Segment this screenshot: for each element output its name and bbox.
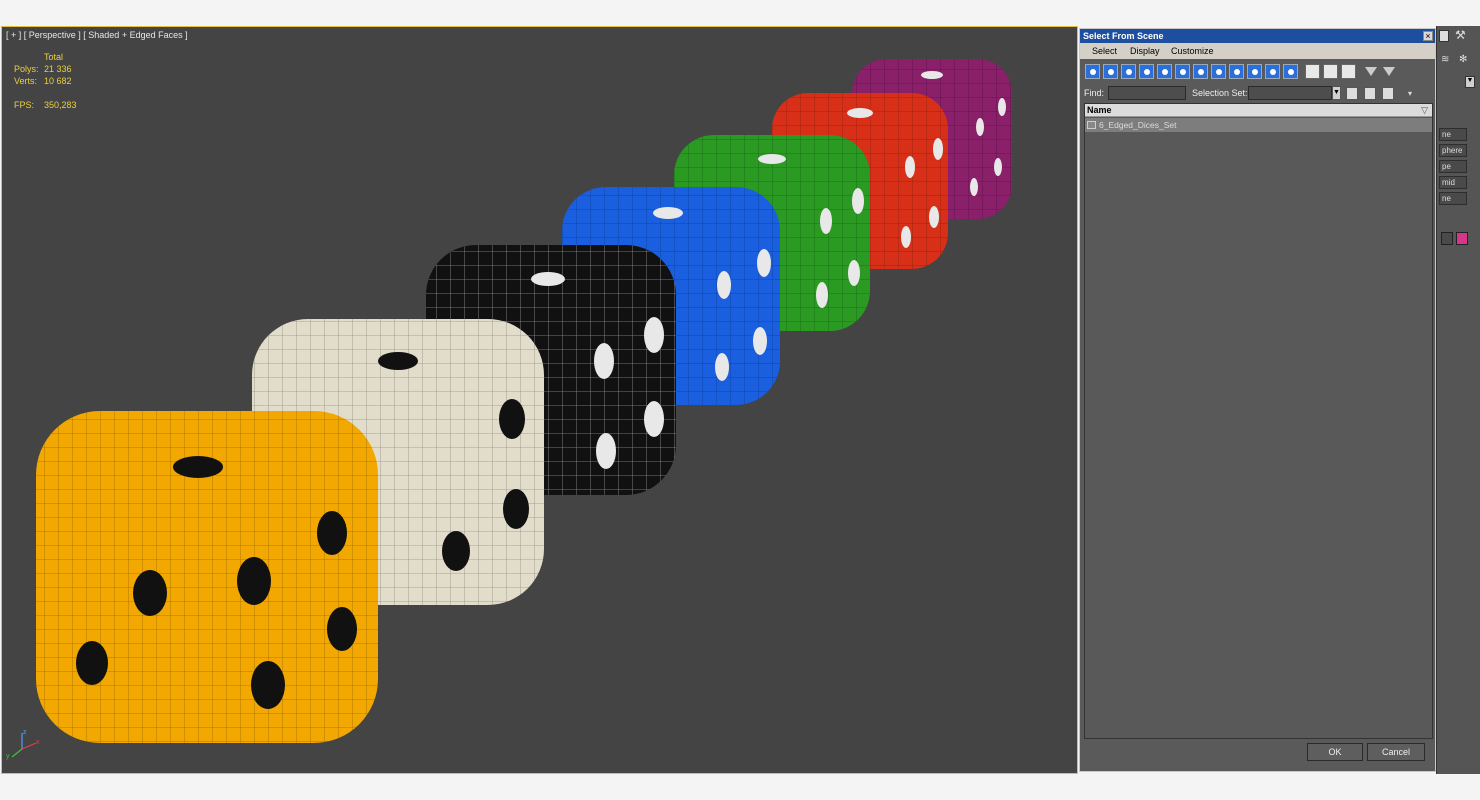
display-geometry-icon[interactable] <box>1085 64 1100 79</box>
display-helpers-icon[interactable] <box>1157 64 1172 79</box>
object-type-button-3[interactable]: pe <box>1439 160 1467 173</box>
sort-icon[interactable]: ▽ <box>1421 104 1428 117</box>
dialog-toolbar <box>1083 61 1433 83</box>
cancel-button[interactable]: Cancel <box>1367 743 1425 761</box>
ok-button[interactable]: OK <box>1307 743 1363 761</box>
command-panel: ⚒ ≋ ✻ ▼ ne phere pe mid ne <box>1436 26 1480 774</box>
select-none-icon[interactable] <box>1323 64 1338 79</box>
display-xrefs-icon[interactable] <box>1211 64 1226 79</box>
create-selection-set-icon[interactable] <box>1346 87 1358 100</box>
display-containers-icon[interactable] <box>1247 64 1262 79</box>
stats-total-label: Total <box>44 52 64 62</box>
dice-scene <box>11 59 1012 758</box>
object-type-button-4[interactable]: mid <box>1439 176 1467 189</box>
menu-display[interactable]: Display <box>1130 46 1160 56</box>
name-field-stub[interactable] <box>1441 232 1453 245</box>
display-frozen-icon[interactable] <box>1265 64 1280 79</box>
menu-select[interactable]: Select <box>1092 46 1117 56</box>
stats-polys-value: 21 336 <box>44 64 72 74</box>
list-item[interactable]: 6_Edged_Dices_Set <box>1085 118 1432 132</box>
object-type-button-2[interactable]: phere <box>1439 144 1467 157</box>
add-to-selection-set-icon[interactable] <box>1364 87 1376 100</box>
perspective-viewport[interactable]: [ + ] [ Perspective ] [ Shaded + Edged F… <box>1 26 1078 774</box>
display-groups-icon[interactable] <box>1193 64 1208 79</box>
panel-icon[interactable] <box>1439 30 1449 42</box>
close-icon[interactable]: × <box>1423 31 1433 41</box>
object-type-button-1[interactable]: ne <box>1439 128 1467 141</box>
dropdown-arrow-icon[interactable]: ▼ <box>1465 76 1475 88</box>
dialog-menu-bar: Select Display Customize <box>1080 43 1435 59</box>
group-icon <box>1087 121 1096 129</box>
select-invert-icon[interactable] <box>1341 64 1356 79</box>
display-bones-icon[interactable] <box>1229 64 1244 79</box>
name-column-header: Name <box>1087 105 1112 115</box>
dialog-title: Select From Scene <box>1080 29 1435 43</box>
hammer-icon[interactable]: ⚒ <box>1455 28 1477 44</box>
app-window: [ + ] [ Perspective ] [ Shaded + Edged F… <box>0 0 1480 800</box>
selection-set-label: Selection Set: <box>1192 88 1248 98</box>
stats-fps-value: 350,283 <box>44 100 77 110</box>
axis-y-label: y <box>6 753 10 760</box>
object-color-swatch[interactable] <box>1456 232 1468 245</box>
filter-options-icon[interactable] <box>1381 64 1396 79</box>
display-lights-icon[interactable] <box>1121 64 1136 79</box>
filter-icon[interactable] <box>1363 64 1378 79</box>
list-header-name[interactable]: Name ▽ <box>1085 104 1432 117</box>
display-shapes-icon[interactable] <box>1103 64 1118 79</box>
viewport-label[interactable]: [ + ] [ Perspective ] [ Shaded + Edged F… <box>6 30 188 40</box>
stats-polys-label: Polys: <box>14 64 39 74</box>
chevron-down-icon[interactable]: ▼ <box>1332 86 1341 100</box>
find-row: Find: Selection Set: ▼ ▾ <box>1080 85 1435 103</box>
display-spacewarps-icon[interactable] <box>1175 64 1190 79</box>
wave-icon[interactable]: ≋ <box>1441 54 1449 65</box>
find-label: Find: <box>1084 88 1105 98</box>
object-type-button-5[interactable]: ne <box>1439 192 1467 205</box>
gear-icon[interactable]: ✻ <box>1459 54 1467 65</box>
axis-z-label: z <box>23 729 27 736</box>
remove-from-selection-set-icon[interactable] <box>1382 87 1394 100</box>
selection-set-dropdown[interactable] <box>1248 86 1332 100</box>
stats-verts-value: 10 682 <box>44 76 72 86</box>
select-from-scene-dialog: Select From Scene × Select Display Custo… <box>1079 28 1436 772</box>
scene-object-list[interactable]: Name ▽ 6_Edged_Dices_Set <box>1084 103 1433 739</box>
select-all-icon[interactable] <box>1305 64 1320 79</box>
die-yellow <box>36 411 378 743</box>
display-cameras-icon[interactable] <box>1139 64 1154 79</box>
find-input[interactable] <box>1108 86 1186 100</box>
axis-x-label: x <box>36 739 40 746</box>
stats-verts-label: Verts: <box>14 76 38 86</box>
stats-fps-label: FPS: <box>14 100 35 110</box>
list-item-label: 6_Edged_Dices_Set <box>1099 120 1177 130</box>
axis-gizmo <box>11 733 37 758</box>
menu-customize[interactable]: Customize <box>1171 46 1214 56</box>
display-hidden-icon[interactable] <box>1283 64 1298 79</box>
expand-arrow-icon[interactable]: ▾ <box>1408 89 1412 98</box>
